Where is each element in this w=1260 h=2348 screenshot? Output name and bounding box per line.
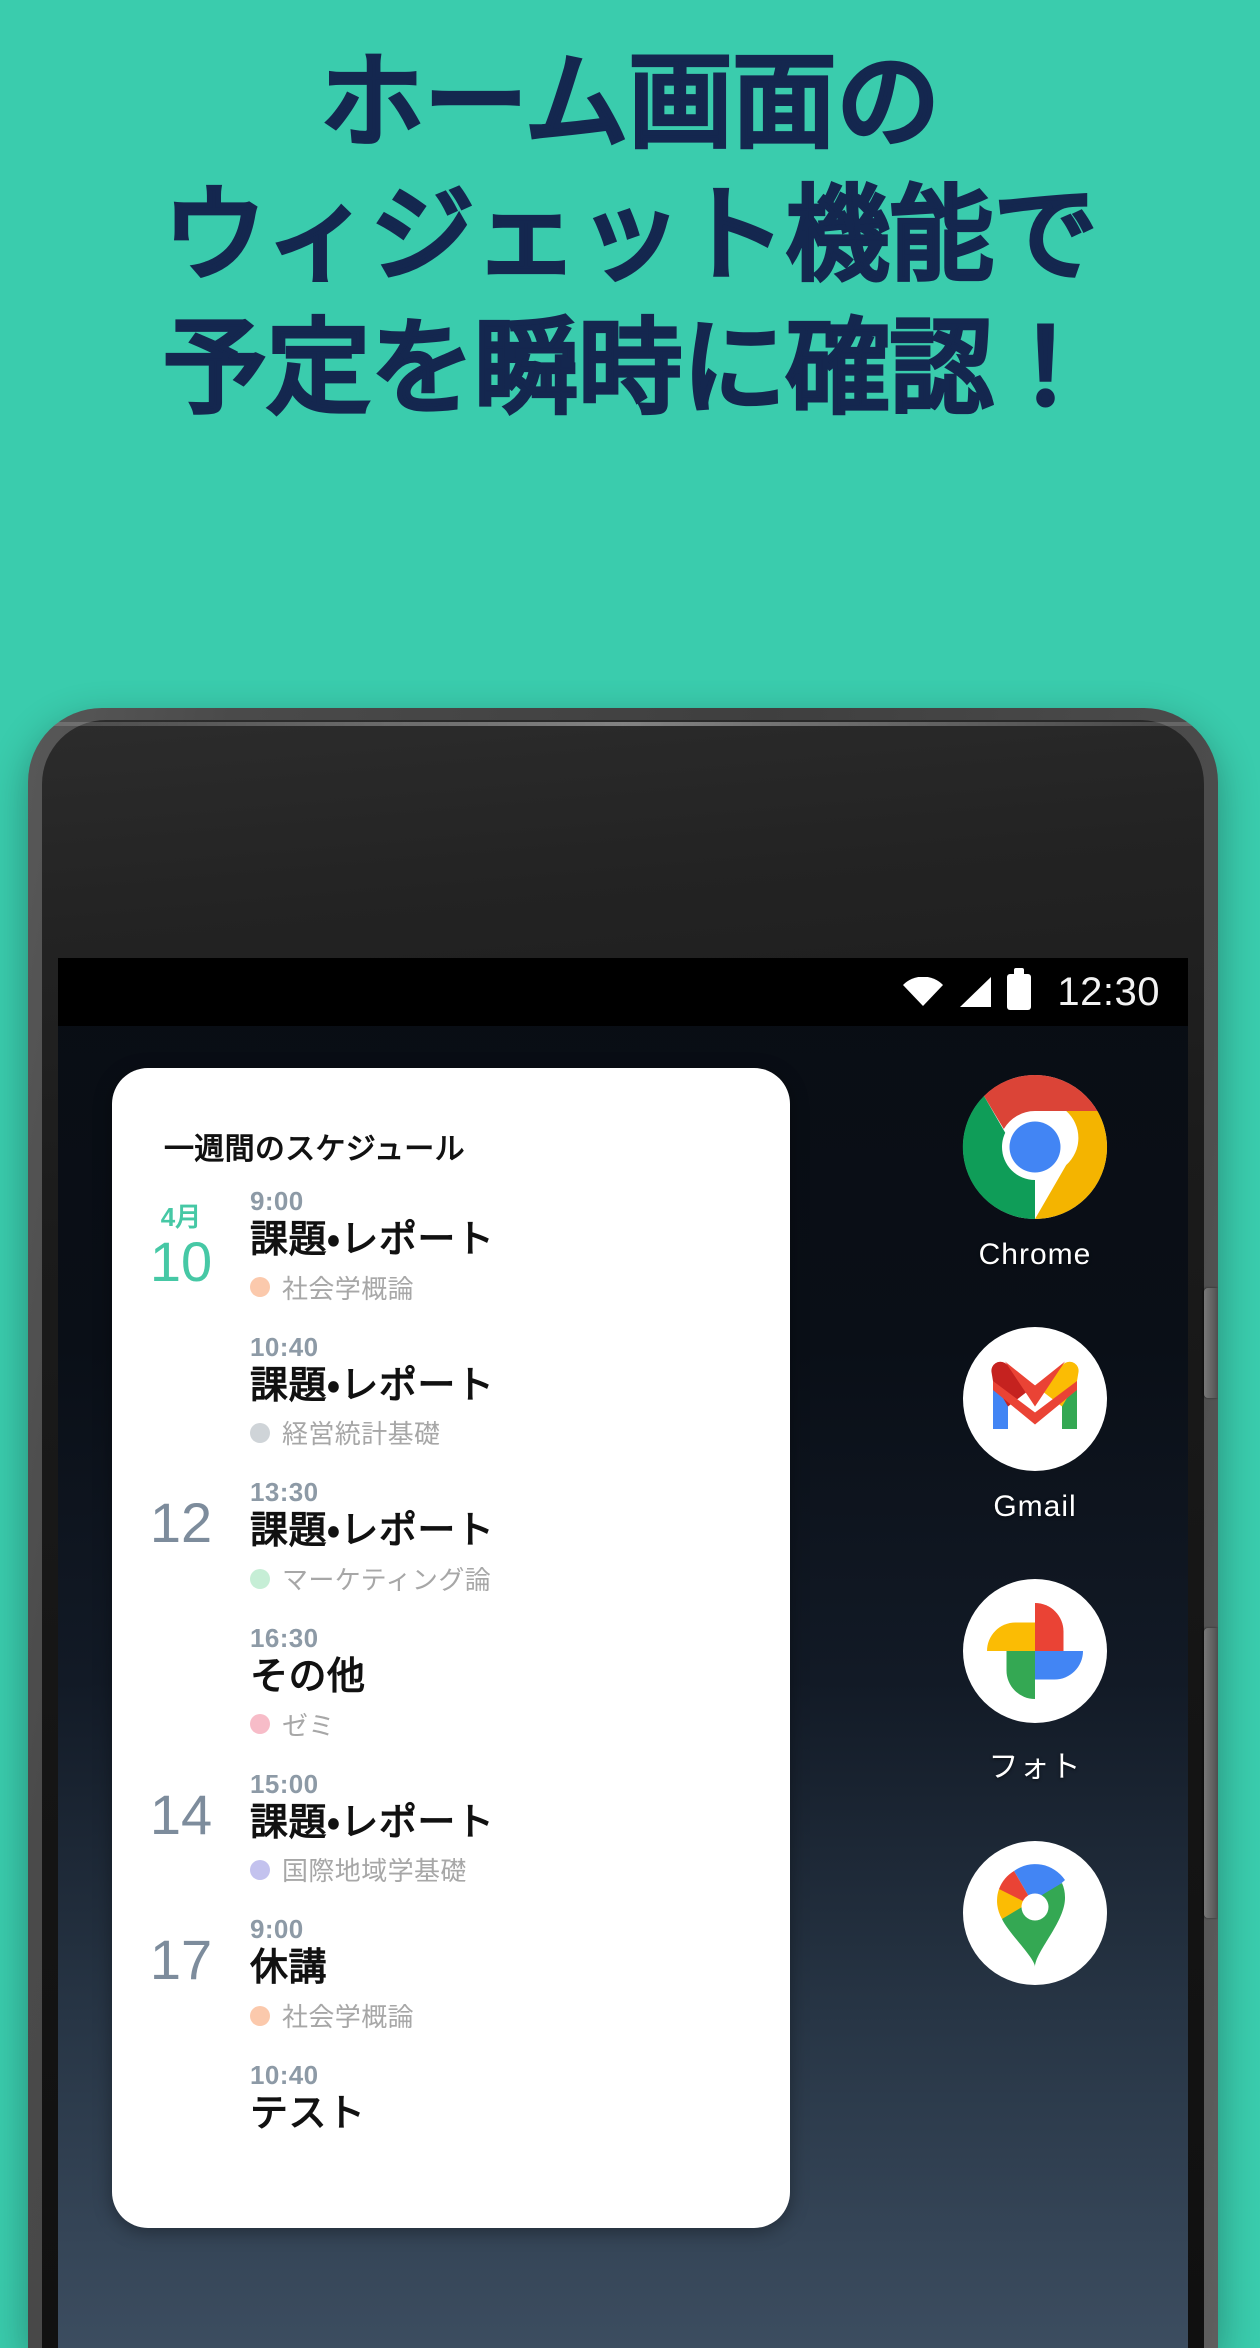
event-color-dot-icon <box>250 1422 270 1443</box>
event-subject: 社会学概論 <box>282 2002 415 2033</box>
event-body: 13:30 課題・レポートマーケティング論 <box>250 1477 790 1597</box>
event-subject-tag: 社会学概論 <box>250 1997 770 2034</box>
event-title: 休講 <box>250 1947 328 1990</box>
event-row[interactable]: 17 9:00 休講 社会学概論 <box>112 1914 790 2060</box>
event-time: 10:40 <box>250 1331 319 1362</box>
event-body: 15:00 課題・レポート国際地域学基礎 <box>250 1769 790 1889</box>
power-button[interactable] <box>1204 1288 1218 1398</box>
headline-line-1: ホーム画面の <box>319 44 941 162</box>
app-label: Gmail <box>993 1490 1077 1523</box>
event-subject: マーケティング論 <box>282 1565 492 1596</box>
event-time: 13:30 <box>250 1477 319 1508</box>
event-body: 9:00 休講社会学概論 <box>250 1914 790 2034</box>
headline-line-3: 予定を瞬時に確認！ <box>162 310 1099 428</box>
event-date: 12 <box>112 1477 250 1551</box>
app-chrome[interactable]: Chrome <box>930 1072 1140 1272</box>
event-time: 9:00 <box>250 1914 304 1945</box>
event-month: 4月 <box>160 1202 202 1232</box>
event-row[interactable]: 10:40 課題・レポート経営統計基礎 <box>112 1332 790 1478</box>
home-screen: 一週間のスケジュール 4月 10 9:00 課題・レポート 社会学概論 10:40 課題・レ… <box>58 1026 1188 2348</box>
event-date <box>112 1332 250 1350</box>
event-subject: ゼミ <box>282 1710 335 1741</box>
status-icons <box>903 968 1032 1010</box>
event-subject-tag: マーケティング論 <box>250 1560 770 1597</box>
event-subject: 経営統計基礎 <box>282 1419 441 1450</box>
event-title: 課題・レポート <box>250 1510 495 1553</box>
event-subject-tag: 経営統計基礎 <box>250 1414 770 1451</box>
promo-headline: ホーム画面の ウィジェット機能で 予定を瞬時に確認！ <box>0 40 1260 433</box>
bezel-highlight <box>44 722 1202 726</box>
app-label: Chrome <box>978 1238 1092 1271</box>
event-title: 課題・レポート <box>250 1801 495 1844</box>
event-time: 10:40 <box>250 2060 319 2091</box>
event-date <box>112 1623 250 1641</box>
app-icon-column: Chrome Gmail フォト <box>930 1072 1140 2004</box>
app-label: フォト <box>988 1751 1082 1784</box>
event-body: 9:00 課題・レポート社会学概論 <box>250 1186 790 1306</box>
event-subject: 国際地域学基礎 <box>282 1856 467 1887</box>
event-row[interactable]: 16:30 その他ゼミ <box>112 1623 790 1769</box>
headline-line-2: ウィジェット機能で <box>162 177 1099 295</box>
wifi-icon <box>903 977 944 1007</box>
event-color-dot-icon <box>250 2005 270 2026</box>
event-day: 14 <box>149 1782 213 1846</box>
event-row[interactable]: 14 15:00 課題・レポート国際地域学基礎 <box>112 1769 790 1915</box>
event-color-dot-icon <box>250 1277 270 1298</box>
app-maps[interactable] <box>930 1838 1140 2004</box>
event-day: 10 <box>149 1230 213 1293</box>
status-bar-clock: 12:30 <box>1057 969 1160 1014</box>
event-subject-tag: 社会学概論 <box>250 1269 770 1306</box>
app-gmail[interactable]: Gmail <box>930 1324 1140 1524</box>
event-subject: 社会学概論 <box>282 1273 415 1304</box>
chrome-icon[interactable] <box>960 1072 1110 1222</box>
maps-icon[interactable] <box>960 1838 1110 1988</box>
event-date <box>112 2060 250 2078</box>
event-body: 10:40 テスト <box>250 2060 790 2143</box>
event-time: 15:00 <box>250 1768 319 1799</box>
phone-mockup: 12:30 一週間のスケジュール 4月 10 9:00 課題・レポート 社会学概論 10:… <box>28 708 1218 2348</box>
schedule-widget[interactable]: 一週間のスケジュール 4月 10 9:00 課題・レポート 社会学概論 10:40 課題・レ… <box>112 1068 790 2228</box>
event-title: 課題・レポート <box>250 1219 495 1261</box>
event-body: 16:30 その他ゼミ <box>250 1623 790 1743</box>
event-day: 17 <box>149 1928 213 1992</box>
event-row[interactable]: 4月 10 9:00 課題・レポート 社会学概論 <box>112 1186 790 1332</box>
photos-icon[interactable] <box>960 1576 1110 1726</box>
event-time: 9:00 <box>250 1186 304 1216</box>
event-date: 4月 10 <box>112 1186 250 1290</box>
app-photos[interactable]: フォト <box>930 1576 1140 1786</box>
event-time: 16:30 <box>250 1623 319 1654</box>
cellular-signal-icon <box>957 976 993 1008</box>
event-subject-tag: ゼミ <box>250 1706 770 1743</box>
widget-title: 一週間のスケジュール <box>164 1133 465 1166</box>
event-day: 12 <box>149 1491 213 1555</box>
phone-screen: 12:30 一週間のスケジュール 4月 10 9:00 課題・レポート 社会学概論 10:… <box>58 958 1188 2348</box>
event-row[interactable]: 12 13:30 課題・レポート マーケティング論 <box>112 1477 790 1623</box>
event-color-dot-icon <box>250 1859 270 1880</box>
event-body: 10:40 課題・レポート経営統計基礎 <box>250 1332 790 1452</box>
battery-icon <box>1007 968 1032 1010</box>
event-title: 課題・レポート <box>250 1364 495 1407</box>
event-subject-tag: 国際地域学基礎 <box>250 1851 770 1888</box>
event-row[interactable]: 10:40 テスト <box>112 2060 790 2169</box>
event-date: 14 <box>112 1769 250 1843</box>
gmail-icon[interactable] <box>960 1324 1110 1474</box>
event-title: その他 <box>250 1656 366 1699</box>
event-title: テスト <box>250 2093 366 2136</box>
volume-button[interactable] <box>1204 1628 1218 1918</box>
event-date: 17 <box>112 1914 250 1988</box>
event-color-dot-icon <box>250 1714 270 1735</box>
event-list: 4月 10 9:00 課題・レポート 社会学概論 10:40 課題・レポート 経営統計基礎 12… <box>112 1186 790 2169</box>
status-bar: 12:30 <box>58 958 1188 1026</box>
event-color-dot-icon <box>250 1568 270 1589</box>
